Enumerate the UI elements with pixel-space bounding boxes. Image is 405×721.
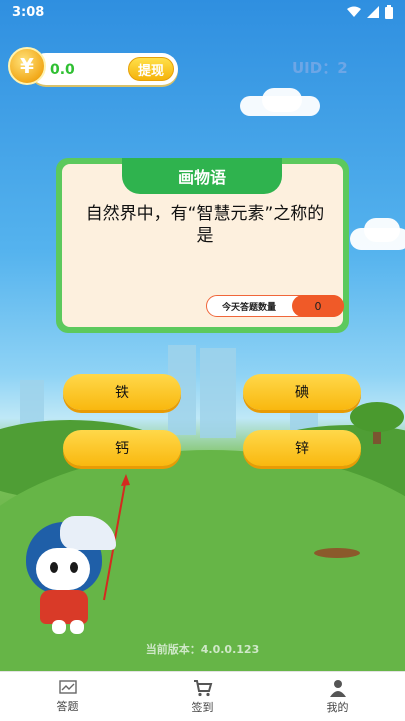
mascot-foot bbox=[70, 620, 84, 634]
mascot-body bbox=[40, 590, 88, 624]
nav-label: 我的 bbox=[326, 700, 349, 714]
bottom-nav: 答题 签到 我的 bbox=[0, 671, 405, 721]
chart-icon bbox=[58, 679, 77, 694]
mascot-eye bbox=[70, 562, 78, 573]
nav-label: 签到 bbox=[191, 700, 214, 714]
mascot-face bbox=[36, 548, 90, 590]
nav-item-mine[interactable]: 我的 bbox=[270, 672, 405, 721]
nav-item-answer[interactable]: 答题 bbox=[0, 672, 135, 721]
nav-label: 答题 bbox=[56, 699, 79, 713]
version-text: 当前版本：4.0.0.123 bbox=[145, 643, 260, 656]
mascot-foot bbox=[52, 620, 66, 634]
cart-icon bbox=[193, 679, 212, 696]
nav-item-checkin[interactable]: 签到 bbox=[135, 672, 270, 721]
user-icon bbox=[329, 679, 346, 697]
mascot-eye bbox=[50, 562, 58, 573]
